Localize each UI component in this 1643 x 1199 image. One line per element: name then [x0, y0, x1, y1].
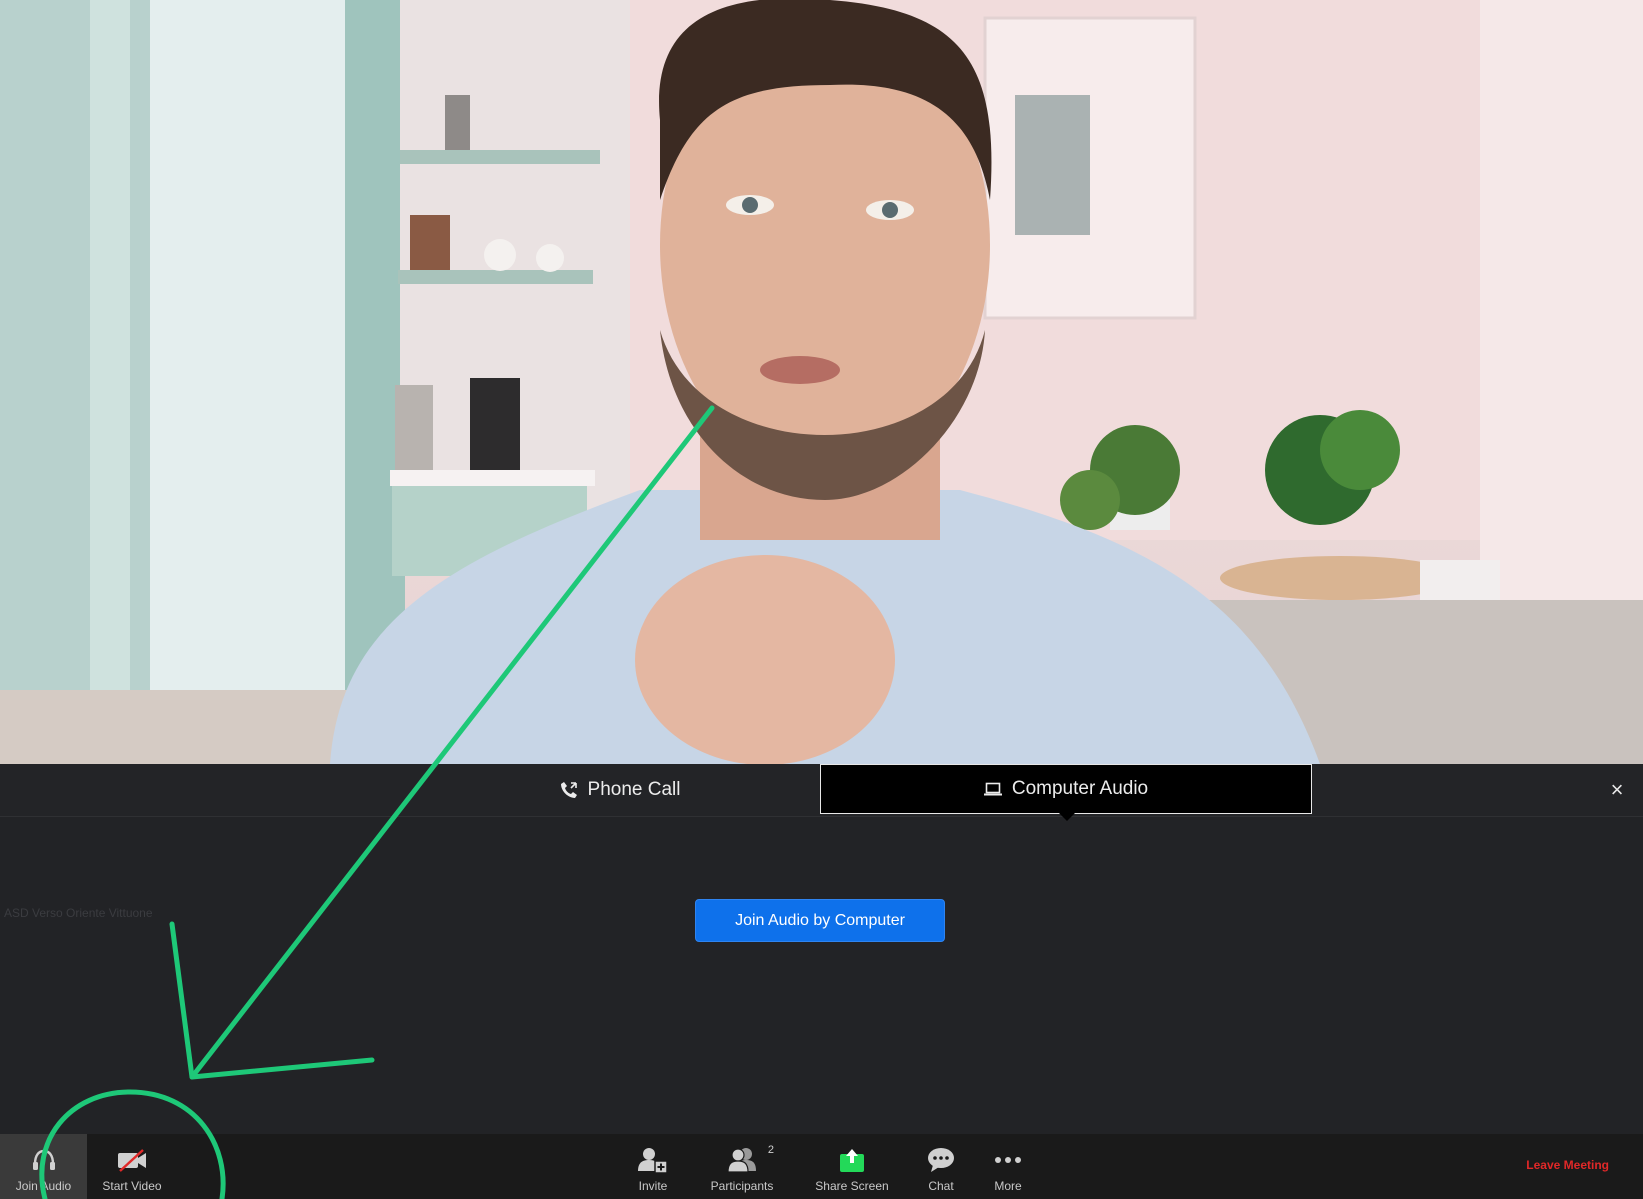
zoom-meeting-window: Phone Call Computer Audio × ASD Verso Or… [0, 0, 1643, 1199]
join-audio-label: Join Audio [15, 1179, 72, 1193]
tab-computer-audio-label: Computer Audio [1011, 778, 1149, 799]
chat-label: Chat [928, 1179, 954, 1193]
more-button[interactable]: More [985, 1134, 1031, 1199]
participants-button[interactable]: 2 Participants [700, 1134, 784, 1199]
tab-computer-audio[interactable]: Computer Audio [820, 764, 1312, 821]
more-icon [994, 1145, 1022, 1175]
share-screen-label: Share Screen [815, 1179, 889, 1193]
phone-call-icon [560, 781, 578, 799]
join-audio-by-computer-button[interactable]: Join Audio by Computer [695, 899, 945, 942]
participants-label: Participants [710, 1179, 774, 1193]
meeting-toolbar: Join Audio Start Video Invite 2 Particip… [0, 1134, 1643, 1199]
tab-phone-call[interactable]: Phone Call [420, 764, 820, 816]
leave-meeting-button[interactable]: Leave Meeting [1526, 1158, 1609, 1172]
chat-icon [927, 1145, 955, 1175]
share-screen-icon [839, 1145, 865, 1175]
join-audio-panel: Phone Call Computer Audio × ASD Verso Or… [0, 764, 1643, 1134]
laptop-icon [983, 782, 1002, 796]
meeting-name: ASD Verso Oriente Vittuone [4, 906, 153, 920]
tab-phone-call-label: Phone Call [587, 779, 681, 800]
video-scene [0, 0, 1643, 764]
participant-video-feed [0, 0, 1643, 764]
invite-icon [638, 1145, 668, 1175]
participants-count: 2 [767, 1144, 774, 1156]
invite-label: Invite [638, 1179, 668, 1193]
close-icon[interactable]: × [1603, 776, 1631, 804]
audio-tabs: Phone Call Computer Audio × [0, 764, 1643, 821]
headphones-icon [31, 1145, 57, 1175]
join-audio-button[interactable]: Join Audio [0, 1134, 87, 1199]
more-label: More [994, 1179, 1022, 1193]
start-video-button[interactable]: Start Video [92, 1134, 172, 1199]
share-screen-button[interactable]: Share Screen [810, 1134, 894, 1199]
chat-button[interactable]: Chat [921, 1134, 961, 1199]
start-video-label: Start Video [102, 1179, 162, 1193]
video-off-icon [116, 1145, 148, 1175]
invite-button[interactable]: Invite [628, 1134, 678, 1199]
participants-icon [727, 1145, 757, 1175]
